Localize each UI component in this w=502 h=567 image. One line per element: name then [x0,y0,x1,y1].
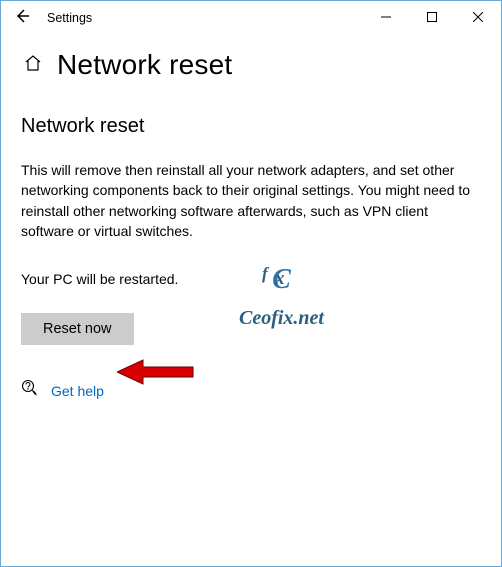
home-icon[interactable] [23,53,43,78]
minimize-icon [381,9,391,27]
section-heading: Network reset [21,115,481,138]
restart-note: Your PC will be restarted. [21,271,481,287]
help-row: Get help [21,379,481,402]
close-icon [473,9,483,27]
window-title: Settings [43,11,92,25]
maximize-icon [427,9,437,27]
content-area: Network reset This will remove then rein… [1,115,501,402]
description-text: This will remove then reinstall all your… [21,160,481,241]
page-header: Network reset [1,35,501,107]
minimize-button[interactable] [363,1,409,35]
back-arrow-icon [14,8,30,29]
reset-now-button[interactable]: Reset now [21,313,134,345]
back-button[interactable] [1,1,43,35]
get-help-link[interactable]: Get help [51,383,104,399]
maximize-button[interactable] [409,1,455,35]
help-icon [21,379,39,402]
window-controls [363,1,501,35]
page-title: Network reset [57,49,232,81]
titlebar: Settings [1,1,501,35]
close-button[interactable] [455,1,501,35]
